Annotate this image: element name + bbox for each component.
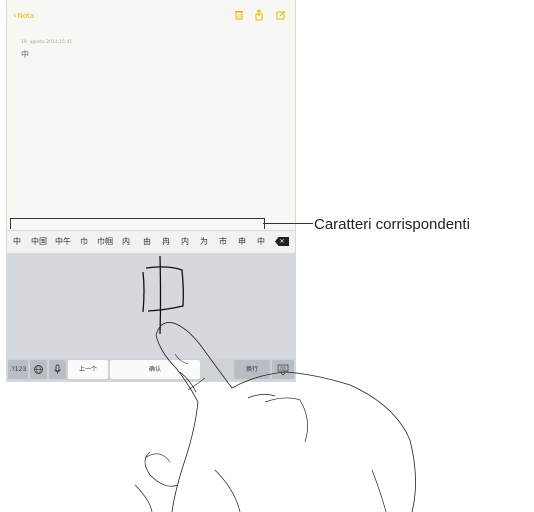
callout-leader-line <box>263 223 313 224</box>
finger-illustration <box>134 322 416 512</box>
callout-label: Caratteri corrispondenti <box>314 216 470 233</box>
callout-bracket <box>10 218 265 229</box>
